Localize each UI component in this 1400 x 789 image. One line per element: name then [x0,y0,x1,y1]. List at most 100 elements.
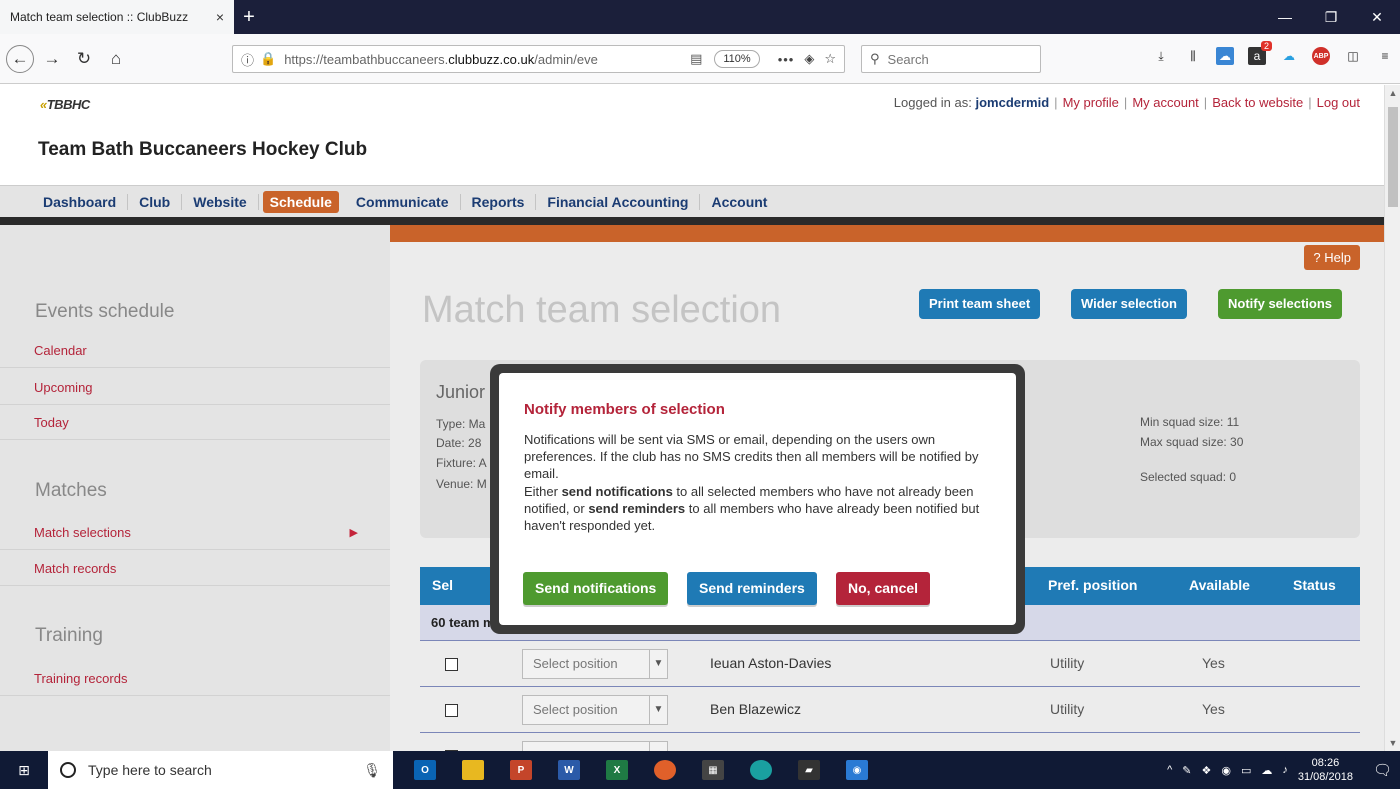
nav-account[interactable]: Account [700,194,778,210]
excel-app-icon[interactable]: X [593,751,641,789]
notify-modal: Notify members of selection Notification… [499,373,1016,625]
match-heading: Junior [436,382,486,402]
pen-icon[interactable]: ✎ [1182,764,1191,777]
print-team-sheet-button[interactable]: Print team sheet [919,289,1041,319]
nav-dashboard[interactable]: Dashboard [32,193,129,210]
browser-tabbar: Match team selection :: ClubBuzz × + — ❐… [0,0,1400,34]
position-select[interactable]: ▼ [522,741,668,751]
sidebar-item-upcoming[interactable]: Upcoming [0,371,390,405]
sidebar-item-calendar[interactable]: Calendar [0,334,390,368]
volume-icon[interactable]: ♪ [1282,764,1288,776]
sidebar-item-match-selections[interactable]: Match selections ▶ [0,516,390,550]
cloud-icon[interactable]: ☁ [1280,47,1298,65]
info-icon[interactable]: ⓘ [241,50,254,69]
word-app-icon[interactable]: W [545,751,593,789]
dropbox-icon[interactable]: ❖ [1202,764,1212,777]
cancel-button[interactable]: No, cancel [836,572,931,605]
cortana-icon [60,762,76,778]
zoom-indicator[interactable]: 110% [714,50,760,68]
reload-icon[interactable]: ↻ [70,45,98,73]
notifications-extension-icon[interactable]: a2 [1248,41,1272,65]
extension-icon[interactable]: ☁ [1216,47,1234,65]
powerpoint-app-icon[interactable]: P [497,751,545,789]
bookmark-star-icon[interactable]: ☆ [824,51,836,67]
sticky-notes-app-icon[interactable]: ▰ [785,751,833,789]
wider-selection-button[interactable]: Wider selection [1071,289,1187,319]
close-window-icon[interactable]: ✕ [1354,0,1400,34]
battery-icon[interactable]: ▭ [1241,764,1251,777]
back-to-website-link[interactable]: Back to website [1212,95,1303,110]
page-actions-icon[interactable]: ••• [778,52,795,67]
scrollbar-thumb[interactable] [1388,107,1398,207]
position-select[interactable]: Select position ▼ [522,649,668,679]
selected-squad: Selected squad: 0 [1140,470,1237,484]
back-arrow-icon[interactable]: ← [6,44,34,73]
send-notifications-button[interactable]: Send notifications [523,572,669,605]
file-explorer-icon[interactable] [449,751,497,789]
my-account-link[interactable]: My account [1132,95,1198,110]
club-logo[interactable]: «TBBHC [40,97,90,112]
nav-website[interactable]: Website [182,193,259,210]
windows-start-icon[interactable]: ⊞ [0,751,48,789]
nav-financial-accounting[interactable]: Financial Accounting [536,193,701,210]
sidebar-item-today[interactable]: Today [0,406,390,440]
download-icon[interactable]: ⤓ [1152,47,1170,65]
library-icon[interactable]: ⫼ [1184,47,1202,65]
onedrive-icon[interactable]: ☁ [1261,764,1272,777]
col-sel[interactable]: Sel [432,577,453,593]
col-pref-position[interactable]: Pref. position [1048,577,1137,593]
url-text[interactable]: https://teambathbuccaneers.clubbuzz.co.u… [284,52,680,67]
firefox-app-icon[interactable] [641,751,689,789]
select-checkbox[interactable] [445,658,458,671]
lock-icon: 🔒 [260,51,277,66]
outlook-app-icon[interactable]: O [401,751,449,789]
pocket-icon[interactable]: ◈ [804,51,814,67]
page-viewport: «TBBHC Team Bath Buccaneers Hockey Club … [0,85,1384,751]
adblock-icon[interactable]: ABP [1312,47,1330,65]
select-checkbox[interactable] [445,704,458,717]
match-fixture: Fixture: A [436,456,487,470]
menu-icon[interactable]: ≡ [1376,47,1394,65]
log-out-link[interactable]: Log out [1317,95,1360,110]
microphone-icon[interactable]: 🎙 [363,762,381,779]
media-app-icon[interactable]: ◉ [833,751,881,789]
network-icon[interactable]: ◉ [1221,764,1231,777]
chevron-down-icon: ▼ [649,650,667,678]
sidebar-icon[interactable]: ◫ [1344,47,1362,65]
nav-communicate[interactable]: Communicate [345,193,461,210]
nav-club[interactable]: Club [128,193,183,210]
nav-reports[interactable]: Reports [461,193,537,210]
position-select[interactable]: Select position ▼ [522,695,668,725]
address-bar[interactable]: ⓘ 🔒 https://teambathbuccaneers.clubbuzz.… [232,45,845,73]
calculator-app-icon[interactable]: ▦ [689,751,737,789]
send-reminders-button[interactable]: Send reminders [687,572,817,605]
my-profile-link[interactable]: My profile [1063,95,1119,110]
col-available[interactable]: Available [1189,577,1250,593]
taskbar-apps: O P W X ▦ ▰ ◉ [401,751,881,789]
sidebar-item-match-records[interactable]: Match records [0,552,390,586]
browser-tab[interactable]: Match team selection :: ClubBuzz × [0,0,234,34]
taskbar-search[interactable]: Type here to search 🎙 [48,751,393,789]
new-tab-button[interactable]: + [234,0,264,34]
browser-search-input[interactable]: ⚲ Search [861,45,1041,73]
home-icon[interactable]: ⌂ [102,45,130,73]
store-app-icon[interactable] [737,751,785,789]
notify-selections-button[interactable]: Notify selections [1218,289,1343,319]
minimize-icon[interactable]: — [1262,0,1308,34]
page-scrollbar[interactable]: ▲ ▼ [1384,85,1400,751]
nav-schedule[interactable]: Schedule [262,190,339,213]
restore-icon[interactable]: ❐ [1308,0,1354,34]
scroll-down-icon[interactable]: ▼ [1385,735,1400,751]
forward-arrow-icon[interactable]: → [38,45,66,73]
action-center-icon[interactable]: 🗨 [1373,761,1392,779]
reader-view-icon[interactable]: ▤ [690,51,702,67]
clock[interactable]: 08:26 31/08/2018 [1298,756,1353,784]
scroll-up-icon[interactable]: ▲ [1385,85,1400,101]
help-button[interactable]: ? Help [1304,245,1360,270]
sidebar-item-training-records[interactable]: Training records [0,662,390,696]
main-nav: Dashboard Club Website Schedule Communic… [0,185,1384,217]
close-tab-icon[interactable]: × [210,9,224,25]
chevron-up-icon[interactable]: ^ [1167,764,1172,776]
col-status[interactable]: Status [1293,577,1336,593]
username: jomcdermid [975,95,1050,110]
